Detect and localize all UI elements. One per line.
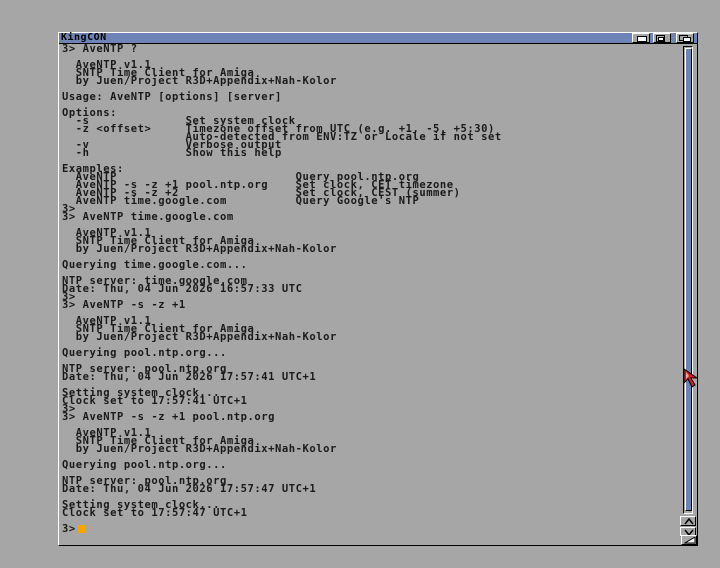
prompt-text: 3>	[62, 523, 76, 535]
console-line: Clock set to 17:57:47 UTC+1	[62, 507, 248, 519]
console-line: Querying pool.ntp.org...	[62, 347, 227, 359]
iconify-gadget-icon[interactable]	[632, 33, 650, 43]
console-line: Querying time.google.com...	[62, 259, 248, 271]
resize-gadget-icon[interactable]	[681, 535, 697, 545]
console-line: Date: Thu, 04 Jun 2026 17:57:47 UTC+1	[62, 483, 317, 495]
console-line: Clock set to 17:57:41 UTC+1	[62, 395, 248, 407]
console-line: Usage: AveNTP [options] [server]	[62, 91, 282, 103]
console-line: 3> AveNTP ?	[62, 44, 138, 55]
console-lines: 3> AveNTP ? AveNTP v1.1 SNTP Time Client…	[62, 44, 502, 519]
console-line: by Juen/Project R3D+Appendix+Nah-Kolor	[62, 443, 337, 455]
depth-gadget-icon[interactable]	[676, 33, 694, 43]
console-line: by Juen/Project R3D+Appendix+Nah-Kolor	[62, 331, 337, 343]
window-title: KingCON	[61, 32, 107, 43]
console-line: 3> AveNTP -s -z +1 pool.ntp.org	[62, 411, 276, 423]
console-line: Date: Thu, 04 Jun 2026 16:57:33 UTC	[62, 283, 303, 295]
console-line: 3> AveNTP -s -z +1	[62, 299, 186, 311]
scrollbar-track[interactable]	[683, 46, 693, 514]
text-cursor	[77, 525, 86, 533]
mouse-pointer-icon	[683, 368, 699, 388]
console-line: Date: Thu, 04 Jun 2026 17:57:41 UTC+1	[62, 371, 317, 383]
console-window[interactable]: KingCON 3> AveNTP ? AveNTP v1.1 SNTP Tim…	[58, 32, 698, 546]
window-titlebar[interactable]: KingCON	[59, 33, 697, 44]
vertical-scrollbar[interactable]	[680, 44, 696, 544]
console-output-area[interactable]: 3> AveNTP ? AveNTP v1.1 SNTP Time Client…	[60, 44, 680, 542]
scroll-up-arrow-icon[interactable]	[680, 516, 696, 526]
prompt-line[interactable]: 3>	[62, 523, 86, 535]
console-line: by Juen/Project R3D+Appendix+Nah-Kolor	[62, 243, 337, 255]
console-line: 3> AveNTP time.google.com	[62, 211, 234, 223]
zoom-gadget-icon[interactable]	[653, 33, 671, 43]
console-line: Querying pool.ntp.org...	[62, 459, 227, 471]
scrollbar-knob[interactable]	[685, 48, 692, 511]
console-line: by Juen/Project R3D+Appendix+Nah-Kolor	[62, 75, 337, 87]
console-line: -h Show this help	[62, 147, 282, 159]
